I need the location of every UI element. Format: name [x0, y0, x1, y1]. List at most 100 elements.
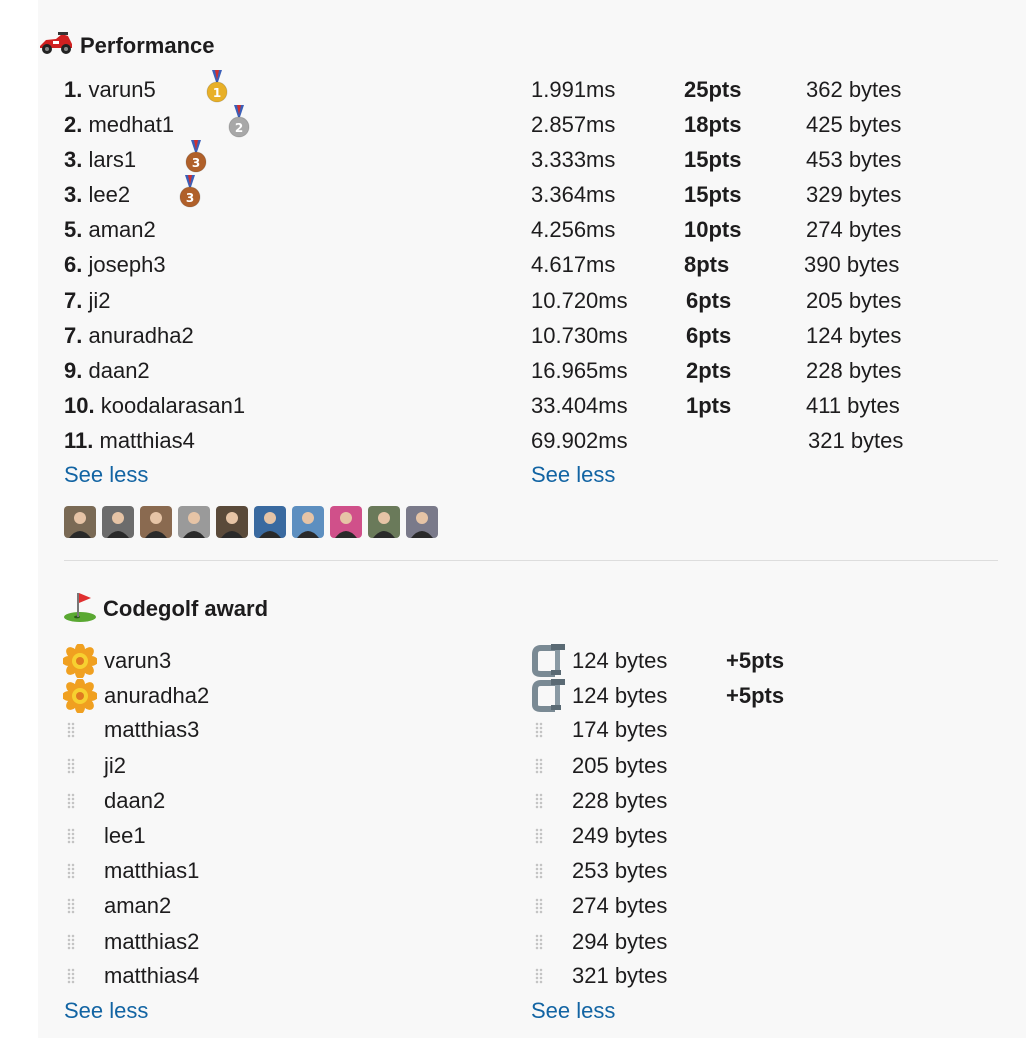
drag-handle-icon[interactable]	[535, 722, 543, 738]
player-name: joseph3	[88, 252, 166, 277]
player-name: ji2	[104, 753, 127, 778]
leaderboard-row: 7. ji2 10.720ms 6pts 205 bytes	[0, 283, 988, 318]
gold-medal-icon: 1	[204, 70, 230, 104]
player-name: ji2	[88, 288, 111, 313]
rank-and-name: 3. lars1	[64, 142, 136, 177]
see-less-link[interactable]: See less	[531, 998, 615, 1024]
see-less-link[interactable]: See less	[64, 462, 148, 488]
points-value: 18pts	[684, 112, 742, 137]
points-value: 15pts	[684, 147, 742, 172]
avatar[interactable]	[406, 506, 438, 538]
rank: 2.	[64, 112, 83, 137]
time-value: 4.256ms	[531, 217, 616, 242]
points-value: 6pts	[686, 323, 732, 348]
performance-title: Performance	[80, 33, 215, 58]
bytes-value: 411 bytes	[806, 393, 900, 418]
leaderboard-row: 1. varun5 1.991ms 25pts 362 bytes 1	[0, 70, 988, 107]
see-less-link[interactable]: See less	[531, 462, 615, 488]
rosette-icon	[62, 678, 98, 714]
rank-and-name: 10. koodalarasan1	[64, 388, 245, 423]
drag-handle-icon[interactable]	[67, 968, 75, 984]
player-name: aman2	[104, 893, 172, 918]
rank-and-name: 7. ji2	[64, 283, 111, 318]
avatar[interactable]	[330, 506, 362, 538]
rosette-icon	[62, 643, 98, 679]
drag-handle-icon[interactable]	[67, 898, 75, 914]
player-name: anuradha2	[104, 683, 210, 708]
bytes-value: 329 bytes	[806, 182, 902, 207]
avatar[interactable]	[216, 506, 248, 538]
drag-handle-icon[interactable]	[535, 934, 543, 950]
bytes-value: 205 bytes	[572, 753, 668, 778]
points-value: +5pts	[726, 683, 785, 708]
drag-handle-icon[interactable]	[67, 934, 75, 950]
bytes-value: 174 bytes	[572, 717, 668, 742]
player-name: koodalarasan1	[100, 393, 246, 418]
svg-text:3: 3	[192, 156, 200, 170]
rank: 3.	[64, 147, 83, 172]
see-less-link[interactable]: See less	[64, 998, 148, 1024]
rank-and-name: 5. aman2	[64, 212, 156, 247]
leaderboard-row: 3. lee2 3.364ms 15pts 329 bytes 3	[0, 175, 988, 212]
codegolf-row: varun3 124 bytes +5pts	[0, 642, 988, 679]
time-value: 4.617ms	[531, 252, 616, 277]
rank-and-name: 7. anuradha2	[64, 318, 194, 353]
points-value: 15pts	[684, 182, 742, 207]
bytes-value: 124 bytes	[572, 683, 668, 708]
leaderboard-row: 5. aman2 4.256ms 10pts 274 bytes	[0, 212, 988, 247]
points-value: 2pts	[686, 358, 732, 383]
codegolf-title: Codegolf award	[103, 596, 269, 621]
points-value: 1pts	[686, 393, 732, 418]
rank: 9.	[64, 358, 83, 383]
rank: 7.	[64, 288, 83, 313]
time-value: 3.364ms	[531, 182, 616, 207]
player-name: daan2	[104, 788, 166, 813]
codegolf-row: aman2 274 bytes	[0, 888, 988, 923]
drag-handle-icon[interactable]	[67, 863, 75, 879]
points-value: +5pts	[726, 648, 785, 673]
avatar[interactable]	[368, 506, 400, 538]
time-value: 69.902ms	[531, 428, 628, 453]
avatar[interactable]	[254, 506, 286, 538]
bytes-value: 453 bytes	[806, 147, 902, 172]
player-name: medhat1	[88, 112, 175, 137]
avatar[interactable]	[178, 506, 210, 538]
codegolf-row: lee1 249 bytes	[0, 818, 988, 853]
drag-handle-icon[interactable]	[535, 793, 543, 809]
clamp-icon	[531, 642, 567, 678]
rank: 11.	[64, 428, 94, 453]
avatar[interactable]	[102, 506, 134, 538]
time-value: 10.730ms	[531, 323, 628, 348]
bytes-value: 321 bytes	[572, 963, 668, 988]
bytes-value: 249 bytes	[572, 823, 668, 848]
bytes-value: 228 bytes	[806, 358, 902, 383]
time-value: 33.404ms	[531, 393, 628, 418]
drag-handle-icon[interactable]	[535, 828, 543, 844]
drag-handle-icon[interactable]	[67, 828, 75, 844]
drag-handle-icon[interactable]	[535, 898, 543, 914]
bytes-value: 205 bytes	[806, 288, 902, 313]
rank-and-name: 2. medhat1	[64, 107, 174, 142]
avatar[interactable]	[64, 506, 96, 538]
codegolf-row: matthias2 294 bytes	[0, 924, 988, 959]
drag-handle-icon[interactable]	[535, 968, 543, 984]
rank-and-name: 9. daan2	[64, 353, 150, 388]
drag-handle-icon[interactable]	[67, 758, 75, 774]
avatar[interactable]	[140, 506, 172, 538]
drag-handle-icon[interactable]	[67, 793, 75, 809]
bytes-value: 124 bytes	[572, 648, 668, 673]
drag-handle-icon[interactable]	[535, 863, 543, 879]
leaderboard-row: 9. daan2 16.965ms 2pts 228 bytes	[0, 353, 988, 388]
drag-handle-icon[interactable]	[535, 758, 543, 774]
codegolf-header: Codegolf award	[63, 590, 268, 628]
leaderboard-row: 6. joseph3 4.617ms 8pts 390 bytes	[0, 247, 988, 282]
drag-handle-icon[interactable]	[67, 722, 75, 738]
performance-header: Performance	[38, 30, 215, 62]
time-value: 2.857ms	[531, 112, 616, 137]
rank: 5.	[64, 217, 83, 242]
time-value: 3.333ms	[531, 147, 616, 172]
avatar[interactable]	[292, 506, 324, 538]
rank: 10.	[64, 393, 95, 418]
points-value: 25pts	[684, 77, 742, 102]
player-name: varun5	[88, 77, 156, 102]
